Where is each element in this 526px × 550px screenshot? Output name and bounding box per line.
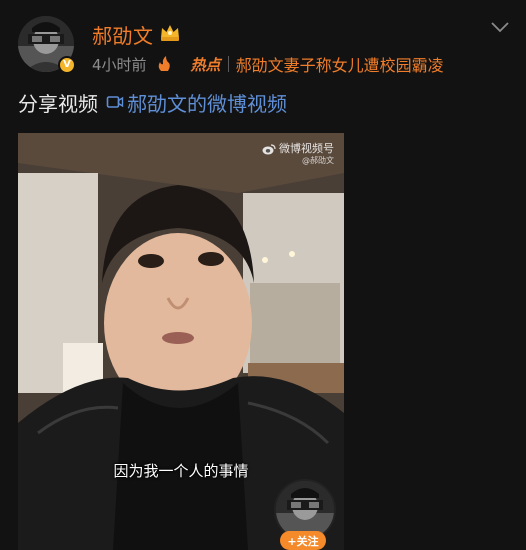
hot-topic-link[interactable]: 郝劭文妻子称女儿遭校园霸凌 xyxy=(236,52,444,76)
watermark-handle: @郝劭文 xyxy=(302,156,334,166)
post-meta: 4小时前 热点 郝劭文妻子称女儿遭校园霸凌 xyxy=(92,52,444,76)
post-body: 分享视频 郝劭文的微博视频 xyxy=(18,88,287,116)
post-text: 分享视频 xyxy=(18,91,98,116)
video-watermark: 微博视频号 @郝劭文 xyxy=(262,142,334,166)
video-player[interactable]: 微博视频号 @郝劭文 因为我一个人的事情 +关注 xyxy=(18,133,344,550)
post-time: 4小时前 xyxy=(92,55,147,74)
post-header: V 郝劭文 4小时前 热点 郝劭文妻子称女儿遭校园霸凌 xyxy=(0,0,526,84)
watermark-title: 微博视频号 xyxy=(279,142,334,155)
hot-label[interactable]: 热点 xyxy=(191,54,221,75)
follow-button[interactable]: +关注 xyxy=(280,531,326,550)
video-link[interactable]: 郝劭文的微博视频 xyxy=(106,88,287,117)
video-link-label: 郝劭文的微博视频 xyxy=(127,91,287,116)
video-link-icon xyxy=(106,96,124,108)
chevron-down-icon[interactable] xyxy=(490,20,510,34)
hot-flame-icon xyxy=(158,56,170,71)
crown-icon xyxy=(161,25,179,41)
meta-divider xyxy=(227,56,229,72)
verified-v-icon: V xyxy=(58,56,76,74)
username[interactable]: 郝劭文 xyxy=(92,20,154,49)
video-subtitle: 因为我一个人的事情 xyxy=(113,462,249,480)
weibo-logo-icon xyxy=(262,143,276,155)
